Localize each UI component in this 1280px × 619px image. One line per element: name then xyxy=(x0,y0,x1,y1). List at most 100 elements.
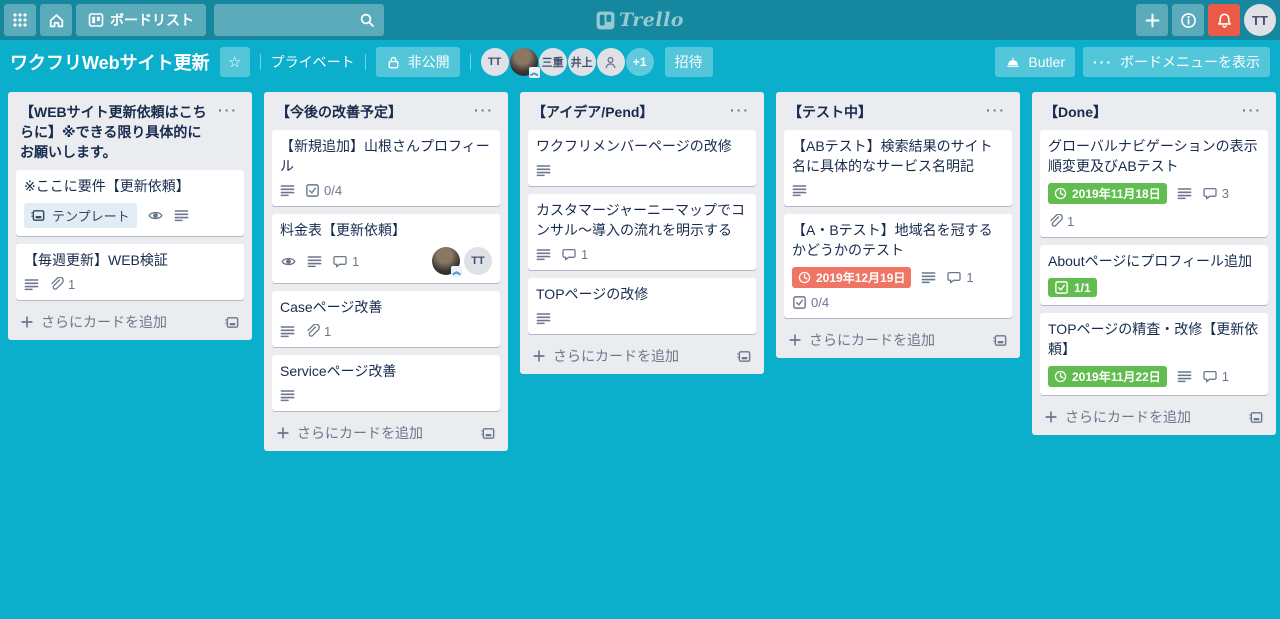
board-menu-button[interactable]: ··· ボードメニューを表示 xyxy=(1083,47,1270,77)
create-from-template-button[interactable] xyxy=(737,349,752,364)
card-template-icon xyxy=(1249,411,1263,423)
member-avatar-photo[interactable]: ︽ xyxy=(432,247,462,277)
trello-logo: Trello xyxy=(596,9,684,31)
description-icon xyxy=(307,254,322,269)
plus-icon xyxy=(1144,12,1161,29)
notifications-button[interactable] xyxy=(1208,4,1240,36)
plus-icon xyxy=(1044,410,1058,424)
card[interactable]: 料金表【更新依頼】 1 ︽ TT xyxy=(272,214,500,283)
card-badges xyxy=(536,163,748,178)
list-menu-button[interactable]: ··· xyxy=(728,102,752,118)
description-badge xyxy=(307,254,322,269)
butler-button[interactable]: Butler xyxy=(995,47,1075,77)
card-title: 【A・Bテスト】地域名を冠するかどうかのテスト xyxy=(792,222,993,258)
card[interactable]: カスタマージャーニーマップでコンサル〜導入の流れを明示する 1 xyxy=(528,194,756,270)
card[interactable]: ※ここに要件【更新依頼】 テンプレート xyxy=(16,170,244,236)
board-title[interactable]: ワクフリWebサイト更新 xyxy=(10,49,210,75)
card-template-icon xyxy=(993,334,1007,346)
create-from-template-button[interactable] xyxy=(225,315,240,330)
member-avatar[interactable]: 井上 xyxy=(567,48,596,76)
create-button[interactable] xyxy=(1136,4,1168,36)
add-card-button[interactable]: さらにカードを追加 xyxy=(788,330,986,350)
board-menu-label: ボードメニューを表示 xyxy=(1120,54,1260,70)
card[interactable]: グローバルナビゲーションの表示順変更及びABテスト 2019年11月18日 3 1 xyxy=(1040,130,1268,237)
list-title[interactable]: 【WEBサイト更新依頼はこちらに】※できる限り具体的にお願いします。 xyxy=(20,102,212,162)
checklist-badge-complete: 1/1 xyxy=(1048,278,1097,297)
card[interactable]: Serviceページ改善 xyxy=(272,355,500,411)
paperclip-icon xyxy=(49,277,64,292)
description-badge xyxy=(792,183,807,198)
description-icon xyxy=(280,183,295,198)
add-card-button[interactable]: さらにカードを追加 xyxy=(532,346,730,366)
home-button[interactable] xyxy=(40,4,72,36)
comments-badge: 1 xyxy=(946,270,974,285)
list-menu-button[interactable]: ··· xyxy=(216,102,240,118)
due-date-badge[interactable]: 2019年11月22日 xyxy=(1048,366,1167,387)
member-avatar[interactable]: TT xyxy=(480,48,509,76)
plus-icon xyxy=(532,349,546,363)
list-title[interactable]: 【Done】 xyxy=(1044,102,1236,122)
home-icon xyxy=(48,12,65,29)
add-card-button[interactable]: さらにカードを追加 xyxy=(276,423,474,443)
card[interactable]: Caseページ改善 1 xyxy=(272,291,500,347)
list-title[interactable]: 【テスト中】 xyxy=(788,102,980,122)
description-icon xyxy=(1177,186,1192,201)
card[interactable]: TOPページの改修 xyxy=(528,278,756,334)
card[interactable]: 【ABテスト】検索結果のサイト名に具体的なサービス名明記 xyxy=(784,130,1012,206)
attachments-badge: 1 xyxy=(49,277,75,292)
butler-label: Butler xyxy=(1028,54,1065,70)
comment-icon xyxy=(1202,369,1218,384)
due-date-badge[interactable]: 2019年11月18日 xyxy=(1048,183,1167,204)
member-avatar[interactable]: TT xyxy=(464,247,492,275)
card-title: Serviceページ改善 xyxy=(280,363,397,379)
list-title[interactable]: 【今後の改善予定】 xyxy=(276,102,468,122)
card[interactable]: 【毎週更新】WEB検証 1 xyxy=(16,244,244,300)
attachments-badge: 1 xyxy=(1048,214,1074,229)
member-avatar-generic[interactable] xyxy=(596,48,625,76)
create-from-template-button[interactable] xyxy=(993,333,1008,348)
info-button[interactable] xyxy=(1172,4,1204,36)
list-header: 【今後の改善予定】 ··· xyxy=(272,98,500,130)
description-icon xyxy=(174,208,189,223)
add-card-label: さらにカードを追加 xyxy=(553,348,679,364)
bell-icon xyxy=(1216,12,1233,29)
person-icon xyxy=(605,56,616,68)
card[interactable]: Aboutページにプロフィール追加 1/1 xyxy=(1040,245,1268,305)
privacy-button[interactable]: 非公開 xyxy=(375,47,460,77)
description-badge xyxy=(174,208,189,223)
card-title: 【毎週更新】WEB検証 xyxy=(24,252,168,268)
info-icon xyxy=(1180,12,1197,29)
list: 【WEBサイト更新依頼はこちらに】※できる限り具体的にお願いします。 ··· ※ここ… xyxy=(8,92,252,340)
add-card-button[interactable]: さらにカードを追加 xyxy=(20,312,218,332)
invite-button[interactable]: 招待 xyxy=(664,47,713,77)
list-menu-button[interactable]: ··· xyxy=(1240,102,1264,118)
board-lists: 【WEBサイト更新依頼はこちらに】※できる限り具体的にお願いします。 ··· ※ここ… xyxy=(8,92,1276,451)
user-avatar[interactable]: TT xyxy=(1244,4,1276,36)
apps-grid-button[interactable] xyxy=(4,4,36,36)
member-avatar[interactable]: 三重 xyxy=(538,48,567,76)
card[interactable]: ワクフリメンバーページの改修 xyxy=(528,130,756,186)
list-title[interactable]: 【アイデア/Pend】 xyxy=(532,102,724,122)
list-menu-button[interactable]: ··· xyxy=(984,102,1008,118)
card[interactable]: TOPページの精査・改修【更新依頼】 2019年11月22日 1 xyxy=(1040,313,1268,395)
card-template-icon xyxy=(737,350,751,362)
add-card-label: さらにカードを追加 xyxy=(809,332,935,348)
members-overflow-badge[interactable]: +1 xyxy=(625,48,654,76)
due-date-badge[interactable]: 2019年12月19日 xyxy=(792,267,912,288)
card[interactable]: 【A・Bテスト】地域名を冠するかどうかのテスト 2019年12月19日 1 0/4 xyxy=(784,214,1012,318)
create-from-template-button[interactable] xyxy=(1249,410,1264,425)
card[interactable]: 【新規追加】山根さんプロフィール 0/4 xyxy=(272,130,500,206)
create-from-template-button[interactable] xyxy=(481,426,496,441)
add-card-label: さらにカードを追加 xyxy=(41,314,167,330)
boards-list-button[interactable]: ボードリスト xyxy=(76,4,206,36)
comment-icon xyxy=(332,254,348,269)
checklist-badge: 0/4 xyxy=(305,183,342,198)
star-board-button[interactable]: ☆ xyxy=(219,47,250,77)
star-icon: ☆ xyxy=(227,54,242,71)
topbar-right-cluster: TT xyxy=(1136,4,1276,36)
list-menu-button[interactable]: ··· xyxy=(472,102,496,118)
card-title: 料金表【更新依頼】 xyxy=(280,222,406,238)
board-visibility-label[interactable]: プライベート xyxy=(271,52,355,72)
member-avatar-photo[interactable]: ︽ xyxy=(509,48,540,78)
add-card-button[interactable]: さらにカードを追加 xyxy=(1044,407,1242,427)
